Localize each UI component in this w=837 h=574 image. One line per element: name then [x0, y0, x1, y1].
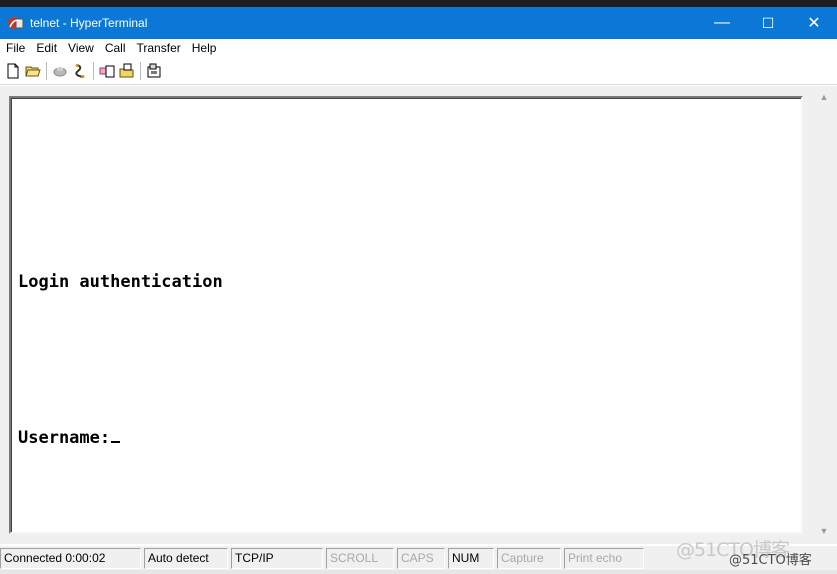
- menu-view[interactable]: View: [62, 39, 99, 58]
- phone-icon[interactable]: [50, 61, 70, 81]
- close-button[interactable]: ✕: [791, 7, 837, 39]
- terminal-client-area: Login authentication Username: ▲ ▼: [0, 86, 837, 544]
- minimize-button[interactable]: —: [699, 7, 745, 39]
- maximize-button[interactable]: ☐: [745, 7, 791, 39]
- status-print-echo: Print echo: [564, 547, 644, 569]
- status-connected: Connected 0:00:02: [0, 547, 141, 569]
- vertical-scrollbar[interactable]: ▲ ▼: [815, 86, 833, 544]
- toolbar: [0, 58, 837, 85]
- watermark-small: @51CTO博客: [729, 553, 812, 568]
- status-auto-detect: Auto detect: [144, 547, 228, 569]
- scroll-down-icon[interactable]: ▼: [819, 526, 829, 536]
- toolbar-separator: [140, 62, 141, 80]
- hyperterminal-app-icon[interactable]: [6, 13, 26, 33]
- screen-top-strip: [0, 0, 837, 7]
- status-protocol: TCP/IP: [231, 547, 323, 569]
- receive-icon[interactable]: [117, 61, 137, 81]
- username-prompt: Username:: [18, 428, 111, 448]
- toolbar-separator: [46, 62, 47, 80]
- menu-call[interactable]: Call: [99, 39, 131, 58]
- menu-file[interactable]: File: [0, 39, 30, 58]
- terminal-output: Login authentication Username:: [18, 139, 223, 503]
- menu-transfer[interactable]: Transfer: [131, 39, 186, 58]
- status-scroll: SCROLL: [326, 547, 394, 569]
- scroll-up-icon[interactable]: ▲: [819, 92, 829, 102]
- new-document-icon[interactable]: [3, 61, 23, 81]
- disconnect-icon[interactable]: [70, 61, 90, 81]
- menu-edit[interactable]: Edit: [30, 39, 62, 58]
- terminal-line-username: Username:: [18, 425, 223, 451]
- open-folder-icon[interactable]: [23, 61, 43, 81]
- window-title: telnet - HyperTerminal: [30, 16, 148, 30]
- status-num: NUM: [448, 547, 494, 569]
- status-caps: CAPS: [397, 547, 445, 569]
- title-bar[interactable]: telnet - HyperTerminal — ☐ ✕: [0, 7, 837, 39]
- bottom-edge: [0, 570, 837, 574]
- properties-icon[interactable]: [144, 61, 164, 81]
- menu-bar: File Edit View Call Transfer Help: [0, 39, 837, 58]
- toolbar-separator: [93, 62, 94, 80]
- menu-help[interactable]: Help: [186, 39, 222, 58]
- window-controls: — ☐ ✕: [699, 7, 837, 39]
- terminal-screen[interactable]: Login authentication Username:: [9, 96, 803, 534]
- text-cursor: [111, 441, 121, 443]
- send-icon[interactable]: [97, 61, 117, 81]
- status-capture: Capture: [497, 547, 561, 569]
- terminal-line-login-prompt: Login authentication: [18, 272, 223, 292]
